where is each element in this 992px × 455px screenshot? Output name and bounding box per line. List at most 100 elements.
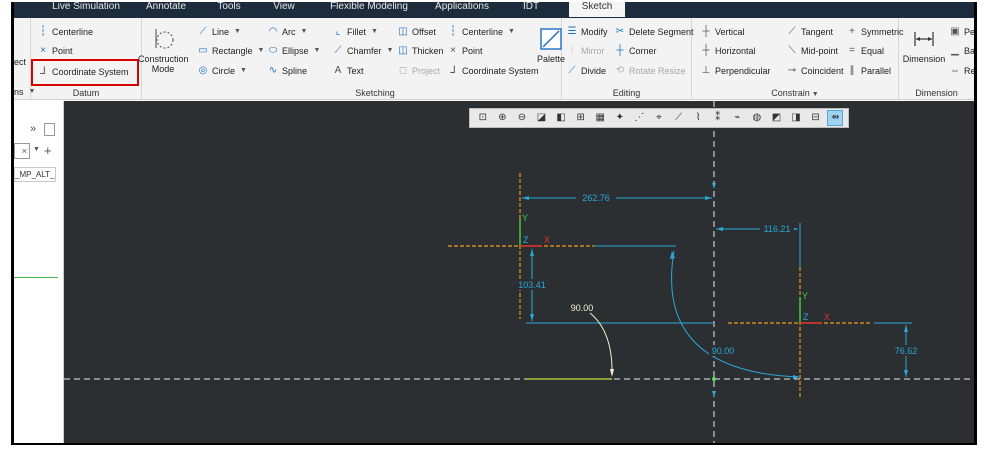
tab-view[interactable]: View [266,2,302,17]
add-icon[interactable]: + [44,143,52,158]
chamfer-button[interactable]: ⟋ Chamfer ▼ [332,43,394,59]
parallel-button[interactable]: ∥ Parallel [846,63,892,79]
tab-applications[interactable]: Applications [432,2,492,17]
repaint-icon[interactable]: ◪ [535,111,549,125]
symmetric-button[interactable]: + Symmetric [846,24,904,40]
sketch-point-button[interactable]: × Point [447,43,482,59]
divide-button[interactable]: ⟋ Divide [566,63,607,79]
corner-button[interactable]: ┼ Corner [614,43,656,59]
tab-live-simulation[interactable]: Live Simulation [47,2,125,17]
graphics-area[interactable]: Y Z X Y Z X 262.76 116.21 103.41 90.00 9… [64,101,974,443]
project-button[interactable]: ◻ Project [397,63,440,79]
dimension-button[interactable]: Dimension [901,26,947,64]
sketch-centerline-button[interactable]: ┆ Centerline ▼ [447,24,515,40]
section-icon[interactable]: ⊟ [809,111,823,125]
ellipse-button[interactable]: ⬭ Ellipse ▼ [267,43,321,59]
angle-dimension-90-right[interactable]: 90.00 [594,245,800,379]
dimension-76-62[interactable]: 76.62 [874,322,922,377]
chevron-down-icon[interactable]: ▼ [371,24,378,40]
partial-pe-button[interactable]: ▣ Pe [949,24,974,40]
chevron-down-icon[interactable]: ▼ [240,63,247,79]
horizontal-button[interactable]: ┼ Horizontal [700,43,755,59]
tab-annotate[interactable]: Annotate [136,2,196,17]
offset-button[interactable]: ◫ Offset [397,24,436,40]
datum-point-button[interactable]: × Point [37,43,72,59]
sketch-constraints-icon[interactable]: ⌇ [691,111,705,125]
dimension-text[interactable]: 76.62 [895,346,918,356]
tangent-button[interactable]: ⟋ Tangent [786,24,834,40]
sketch-view-icon[interactable]: ⇴ [827,110,844,126]
mirror-button[interactable]: ⫶ Mirror [566,43,605,59]
ribbon-group-sketching: ⟋ Line ▼ ▭ Rectangle ▼ ◎ Circle ▼ ◠ Arc ▼ ⬭ Ellip… [189,18,565,100]
datum-display-icon[interactable]: ⌖ [652,111,666,125]
construction-mode-button[interactable]: Construction Mode [138,26,189,74]
dimension-text[interactable]: 262.76 [582,193,610,203]
display-style-icon[interactable]: ▦ [593,111,607,125]
dimension-262-76[interactable]: 262.76 [522,192,712,203]
chevron-down-icon[interactable]: ▼ [258,43,265,59]
tab-sketch[interactable]: Sketch [569,2,625,17]
dimension-text[interactable]: 90.00 [571,303,594,313]
delete-segment-button[interactable]: ✂ Delete Segment [614,24,694,40]
chevron-down-icon[interactable]: ▼ [301,24,308,40]
symmetric-label: Symmetric [861,27,904,37]
thicken-button[interactable]: ◫ Thicken [397,43,443,59]
partial-ba-button[interactable]: ▁ Ba [949,43,974,59]
mid-point-button[interactable]: ⟍ Mid-point [786,43,839,59]
perspective-icon[interactable]: ◨ [789,111,803,125]
dimension-text[interactable]: 90.00 [712,346,735,356]
fillet-button[interactable]: ⌞ Fillet ▼ [332,24,378,40]
chevron-down-icon[interactable]: ▼ [314,43,321,59]
arc-button[interactable]: ◠ Arc ▼ [267,24,308,40]
saved-orientations-icon[interactable]: ◧ [554,111,568,125]
analysis-icon[interactable]: ◍ [750,111,764,125]
rotate-resize-button[interactable]: ⟲ Rotate Resize [614,63,686,79]
constrain-group-label[interactable]: Constrain ▼ [692,88,898,98]
line-button[interactable]: ⟋ Line ▼ [197,24,241,40]
document-icon[interactable] [44,123,55,136]
partial-re-button[interactable]: ⇔ Re [949,63,974,79]
model-tree-item[interactable]: _MP_ALT_ [14,167,56,182]
sketch-svg[interactable]: Y Z X Y Z X 262.76 116.21 103.41 90.00 9… [64,101,974,443]
zoom-in-icon[interactable]: ⊕ [495,111,509,125]
spin-center-icon[interactable]: ✦ [613,111,627,125]
chevron-down-icon[interactable]: ▼ [508,24,515,40]
text-button[interactable]: A Text [332,63,364,79]
vertical-button[interactable]: ┼ Vertical [700,24,744,40]
dimension-text[interactable]: 116.21 [764,224,791,234]
dimension-text[interactable]: 103.41 [518,280,546,290]
equal-button[interactable]: = Equal [846,43,884,59]
dimension-116-21[interactable]: 116.21 [716,223,801,267]
coincident-button[interactable]: ⊸ Coincident [786,63,844,79]
annotation-display-icon[interactable]: ⋰ [632,111,646,125]
filter-clear-icon[interactable]: × [14,143,30,159]
sketch-coordinate-system-button[interactable]: ⅃ Coordinate System [447,63,538,79]
coordinate-system-1[interactable]: Y Z X [448,173,594,319]
perpendicular-button[interactable]: ⊥ Perpendicular [700,63,771,79]
rectangle-button[interactable]: ▭ Rectangle ▼ [197,43,264,59]
refit-icon[interactable]: ⊡ [476,111,490,125]
chevron-down-icon[interactable]: ▼ [812,91,819,98]
sketch-grid-icon[interactable]: ⁑ [711,111,725,125]
sketch-dims-icon[interactable]: ⟋ [672,111,686,125]
modify-button[interactable]: ☰ Modify [566,24,608,40]
tab-tools[interactable]: Tools [210,2,248,17]
datum-centerline-button[interactable]: ┆ Centerline [37,24,93,40]
coordinate-system-2[interactable]: Y Z X [728,267,872,397]
angle-dimension-90-left[interactable]: 90.00 [571,303,614,377]
layers-icon[interactable]: ◩ [769,111,783,125]
spline-button[interactable]: ∿ Spline [267,63,307,79]
partial-button-label[interactable]: ect [14,54,26,70]
circle-button[interactable]: ◎ Circle ▼ [197,63,247,79]
tab-idt[interactable]: IDT [519,2,543,17]
chevron-down-icon[interactable]: ▼ [387,43,394,59]
tab-flexible-modeling[interactable]: Flexible Modeling [324,2,414,17]
named-views-icon[interactable]: ⊞ [574,111,588,125]
origin-point[interactable] [712,377,716,381]
zoom-out-icon[interactable]: ⊖ [515,111,529,125]
dimension-103-41[interactable]: 103.41 [514,249,714,324]
expand-panel-icon[interactable]: » [30,123,36,135]
chevron-down-icon[interactable]: ▼ [234,24,241,40]
sketch-vertices-icon[interactable]: ⌁ [730,111,744,125]
chevron-down-icon[interactable]: ▼ [33,146,40,153]
